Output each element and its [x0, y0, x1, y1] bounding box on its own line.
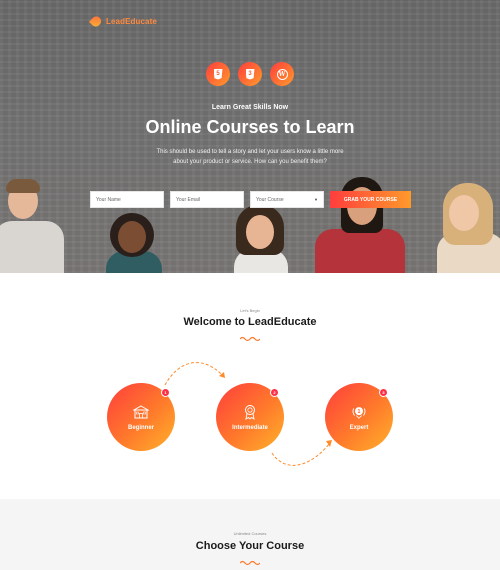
wordpress-icon: W [270, 62, 294, 86]
brand-logo-icon [88, 14, 104, 29]
course-select[interactable]: Your Course ▼ [250, 191, 324, 208]
step-beginner[interactable]: Beginner 1 [107, 383, 175, 451]
section-title: Choose Your Course [195, 540, 305, 552]
squiggle-divider-icon [240, 560, 260, 566]
school-icon [133, 405, 149, 419]
welcome-section: Let's Begin Welcome to LeadEducate Begin… [0, 273, 500, 499]
hero-photo-people [0, 173, 500, 273]
person-figure [435, 183, 500, 273]
step-expert[interactable]: 1 Expert 3 [325, 383, 393, 451]
step-label: Intermediate [232, 425, 268, 431]
css3-icon: 3 [238, 62, 262, 86]
section-eyebrow: Unlimited Courses [233, 531, 267, 536]
grab-course-button[interactable]: GRAB YOUR COURSE [330, 191, 411, 208]
medal-laurel-icon: 1 [351, 405, 367, 419]
signup-form: Your Name Your Email Your Course ▼ GRAB … [90, 191, 411, 208]
hero-section: LeadEducate 5 3 W Learn Great Skills Now… [0, 0, 500, 273]
brand-logo[interactable]: LeadEducate [88, 14, 157, 29]
step-number-badge: 3 [379, 388, 388, 397]
step-label: Expert [349, 425, 369, 431]
svg-text:1: 1 [358, 409, 361, 415]
hero-description: This should be used to tell a story and … [156, 149, 344, 165]
squiggle-divider-icon [240, 336, 260, 342]
email-input[interactable]: Your Email [170, 191, 244, 208]
name-input[interactable]: Your Name [90, 191, 164, 208]
step-intermediate[interactable]: Intermediate 2 [216, 383, 284, 451]
hero-title: Online Courses to Learn [145, 117, 355, 137]
choose-course-section: Unlimited Courses Choose Your Course [0, 499, 500, 570]
step-number-badge: 1 [161, 388, 170, 397]
person-figure [0, 173, 64, 273]
step-label: Beginner [127, 425, 154, 431]
step-number-badge: 2 [270, 388, 279, 397]
html5-icon: 5 [206, 62, 230, 86]
tech-icons-row: 5 3 W [0, 62, 500, 86]
person-figure [230, 205, 290, 273]
chevron-down-icon: ▼ [314, 197, 318, 202]
hero-kicker: Learn Great Skills Now [211, 104, 289, 111]
person-figure [100, 213, 162, 273]
section-eyebrow: Let's Begin [240, 308, 260, 313]
brand-name: LeadEducate [106, 17, 157, 26]
award-ribbon-icon [242, 405, 258, 420]
section-title: Welcome to LeadEducate [183, 316, 317, 328]
